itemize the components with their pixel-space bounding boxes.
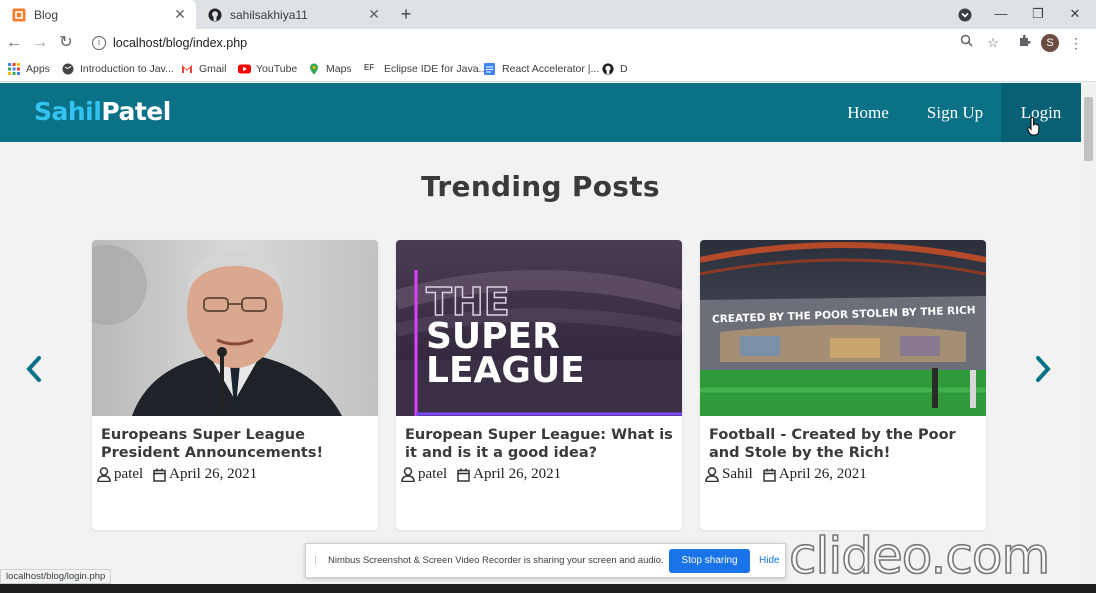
globe-icon [62,63,74,75]
profile-avatar[interactable]: S [1041,34,1059,52]
scrollbar-thumb[interactable] [1084,97,1093,161]
doc-icon [484,63,496,75]
page-scrollbar[interactable] [1081,83,1096,582]
status-url: localhost/blog/login.php [0,569,112,584]
extensions-icon[interactable] [1015,34,1033,52]
post-author: patel [418,466,448,482]
post-card[interactable]: CREATED BY THE POOR STOLEN BY THE RICH F… [700,240,986,530]
info-icon[interactable]: i [92,36,106,50]
post-title[interactable]: Football - Created by the Poor and Stole… [709,426,979,462]
apps-grid-icon [8,63,20,75]
zoom-icon[interactable] [957,34,975,52]
forward-button[interactable]: → [30,33,50,53]
screen-share-bar: ⁞ Nimbus Screenshot & Screen Video Recor… [305,543,786,578]
site-header: SahilPatel Home Sign Up Login [0,83,1081,142]
restore-button[interactable]: ❐ [1020,0,1056,29]
bookmark-react-accelerator[interactable]: React Accelerator |... [484,61,599,77]
post-author: patel [114,466,144,482]
calendar-icon [153,468,166,482]
maps-pin-icon [308,63,320,75]
calendar-icon [457,468,470,482]
bookmark-label: D [620,63,628,75]
nav-sign-up[interactable]: Sign Up [918,83,992,142]
hide-button[interactable]: Hide [759,555,780,566]
nav-home[interactable]: Home [836,83,900,142]
address-bar[interactable]: i localhost/blog/index.php [84,32,1008,54]
post-author: Sahil [722,466,753,482]
bookmark-label: Eclipse IDE for Java... [384,63,488,75]
back-button[interactable]: ← [4,33,24,53]
bookmark-label: Introduction to Jav... [80,63,174,75]
tab-title: sahilsakhiya11 [230,7,308,22]
post-date: April 26, 2021 [169,466,258,482]
user-icon [97,467,111,482]
user-icon [705,467,719,482]
post-card[interactable]: Europeans Super League President Announc… [92,240,378,530]
address-text: localhost/blog/index.php [113,36,248,50]
post-title[interactable]: European Super League: What is it and is… [405,426,675,462]
bookmark-label: Apps [26,63,50,75]
tab-search-button[interactable] [947,0,983,29]
post-image-super-league[interactable]: THE SUPER LEAGUE [396,240,682,416]
post-meta: patel April 26, 2021 [401,466,561,483]
tab-blog[interactable]: Blog ✕ [0,0,196,29]
bookmark-label: Maps [326,63,352,75]
tab-title: Blog [34,7,59,22]
blog-favicon-icon [12,8,26,22]
image-text-league: LEAGUE [426,350,585,391]
trending-section: Trending Posts Europeans Super League Pr… [0,142,1081,572]
stop-sharing-button[interactable]: Stop sharing [669,549,750,573]
bookmark-maps[interactable]: Maps [308,61,352,77]
carousel-next-arrow-icon[interactable] [1031,354,1055,384]
share-message: Nimbus Screenshot & Screen Video Recorde… [328,555,664,566]
section-heading: Trending Posts [421,170,660,203]
nav-login[interactable]: Login [1001,83,1081,142]
os-taskbar [0,584,1096,593]
user-icon [401,467,415,482]
bookmarks-bar: Apps Introduction to Jav... Gmail YouTub… [0,57,1096,82]
tab-github[interactable]: sahilsakhiya11 ✕ [196,0,390,29]
hand-cursor-icon [1027,117,1040,136]
github-icon [208,8,222,22]
logo-part-2: Patel [101,97,171,126]
post-date: April 26, 2021 [778,466,867,482]
browser-tab-bar: Blog ✕ sahilsakhiya11 ✕ + — ❐ ✕ [0,0,1096,29]
post-meta: patel April 26, 2021 [97,466,257,483]
carousel-prev-arrow-icon[interactable] [22,354,46,384]
eclipse-icon: EF [364,63,375,72]
watermark: clideo.com [788,526,1051,586]
bookmark-gmail[interactable]: Gmail [181,61,226,77]
post-card[interactable]: THE SUPER LEAGUE European Super League: … [396,240,682,530]
bookmark-d[interactable]: D [602,61,628,77]
post-image-man-portrait[interactable] [92,240,378,416]
reload-button[interactable]: ↻ [56,33,76,53]
gmail-icon [181,63,193,75]
drag-handle-icon[interactable]: ⁞ [314,555,317,567]
site-logo[interactable]: SahilPatel [34,97,171,126]
close-tab-icon[interactable]: ✕ [170,6,190,23]
menu-kebab-icon[interactable]: ⋮ [1067,34,1085,52]
calendar-icon [763,468,776,482]
bookmark-eclipse[interactable]: EF Eclipse IDE for Java... [364,61,487,77]
github-icon [602,63,614,75]
post-title[interactable]: Europeans Super League President Announc… [101,426,371,462]
post-meta: Sahil April 26, 2021 [705,466,867,483]
post-date: April 26, 2021 [473,466,562,482]
bookmark-star-icon[interactable]: ☆ [984,34,1002,52]
browser-toolbar: ← → ↻ i localhost/blog/index.php ☆ ⋮ [0,29,1096,57]
bookmark-label: React Accelerator |... [502,63,600,75]
youtube-icon [238,63,251,75]
bookmark-label: YouTube [256,63,298,75]
bookmark-introduction-java[interactable]: Introduction to Jav... [62,61,174,77]
close-window-button[interactable]: ✕ [1057,0,1093,29]
new-tab-button[interactable]: + [396,4,416,24]
bookmark-apps[interactable]: Apps [8,61,50,77]
bookmark-label: Gmail [199,63,227,75]
bookmark-youtube[interactable]: YouTube [238,61,297,77]
close-tab-icon[interactable]: ✕ [364,6,384,23]
screen: Blog ✕ sahilsakhiya11 ✕ + — ❐ ✕ ← → ↻ i … [0,0,1096,593]
minimize-button[interactable]: — [983,0,1019,29]
post-image-stadium-banner[interactable]: CREATED BY THE POOR STOLEN BY THE RICH [700,240,986,416]
logo-part-1: Sahil [34,97,102,126]
